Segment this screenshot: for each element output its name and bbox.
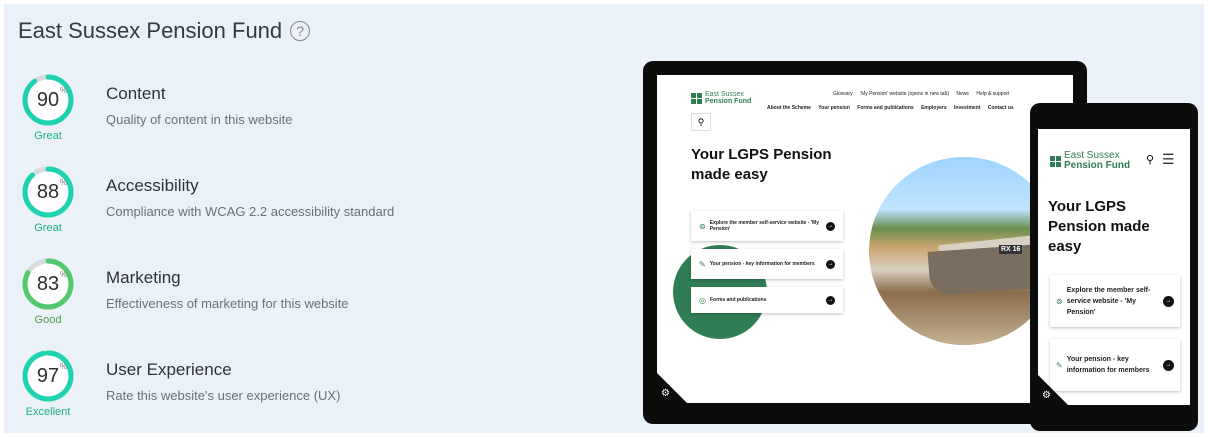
arrow-right-icon: → bbox=[1163, 295, 1174, 307]
score-user-experience: 97 % Excellent User Experience Rate this… bbox=[22, 350, 542, 436]
link-card[interactable]: ✎ Your pension - key information for mem… bbox=[691, 249, 843, 279]
menu-icon[interactable]: ☰ bbox=[1162, 151, 1175, 168]
score-description: Compliance with WCAG 2.2 accessibility s… bbox=[106, 204, 395, 219]
arrow-right-icon: → bbox=[826, 259, 835, 269]
nav-item[interactable]: Investment bbox=[954, 105, 980, 111]
logo-bottom: Pension Fund bbox=[705, 98, 752, 105]
nav-item[interactable]: Employers bbox=[921, 105, 947, 111]
arrow-right-icon: → bbox=[826, 221, 835, 231]
score-category: Marketing bbox=[106, 268, 181, 287]
laptop-mockup: East Sussex Pension Fund Glossary 'My Pen… bbox=[643, 61, 1087, 424]
edit-icon: ✎ bbox=[699, 259, 706, 269]
logo-mark-icon bbox=[1050, 155, 1061, 167]
score-marketing: 83 % Good Marketing Effectiveness of mar… bbox=[22, 258, 542, 344]
page-title-text: East Sussex Pension Fund bbox=[18, 18, 283, 43]
logo-top: East Sussex bbox=[705, 91, 744, 98]
forms-icon: ◎ bbox=[699, 295, 706, 305]
link-card[interactable]: ◎ Forms and publications → bbox=[691, 287, 843, 313]
logo-bottom: Pension Fund bbox=[1064, 160, 1131, 171]
hero-title: Your LGPS Pension made easy bbox=[1048, 197, 1150, 257]
phone-screen: East Sussex Pension Fund ⚲ ☰ Your LGPS Pe… bbox=[1038, 129, 1190, 405]
score-rating: Great bbox=[34, 130, 62, 142]
laptop-screen: East Sussex Pension Fund Glossary 'My Pen… bbox=[657, 75, 1073, 403]
main-nav: About the Scheme Your pension Forms and … bbox=[761, 105, 1014, 111]
score-description: Quality of content in this website bbox=[106, 112, 293, 127]
gear-icon[interactable]: ⚙ bbox=[661, 388, 670, 399]
nav-item[interactable]: Contact us bbox=[988, 105, 1014, 111]
score-gauge: 97 % bbox=[22, 350, 74, 402]
nav-item[interactable]: Forms and publications bbox=[857, 105, 913, 111]
score-value: 83 bbox=[36, 272, 60, 295]
hero-title: Your LGPS Pension made easy bbox=[691, 145, 832, 185]
utility-link[interactable]: Glossary bbox=[833, 91, 853, 97]
link-card[interactable]: ⊚ Explore the member self-service websit… bbox=[691, 211, 843, 241]
utility-link[interactable]: 'My Pension' website (opens in new tab) bbox=[860, 91, 949, 97]
score-rating: Excellent bbox=[25, 406, 71, 418]
site-logo: East Sussex Pension Fund bbox=[1050, 151, 1130, 171]
arrow-right-icon: → bbox=[1163, 359, 1174, 371]
cursor-icon: ⊚ bbox=[1056, 296, 1063, 306]
score-value: 97 bbox=[36, 364, 60, 387]
arrow-right-icon: → bbox=[826, 295, 835, 305]
card-label: Forms and publications bbox=[709, 297, 767, 303]
score-description: Effectiveness of marketing for this webs… bbox=[106, 296, 349, 311]
cursor-icon: ⊚ bbox=[699, 221, 706, 231]
percent-sign: % bbox=[60, 270, 68, 279]
page-title: East Sussex Pension Fund ? bbox=[18, 18, 311, 44]
logo-mark-icon bbox=[691, 92, 702, 104]
card-label: Explore the member self-service website … bbox=[1066, 286, 1151, 316]
hero-line: made easy bbox=[691, 166, 768, 183]
percent-sign: % bbox=[60, 86, 68, 95]
link-card[interactable]: ⊚ Explore the member self-service websit… bbox=[1050, 275, 1180, 327]
card-label: Explore the member self-service website … bbox=[709, 220, 819, 232]
score-category: Content bbox=[106, 84, 166, 103]
score-rating: Great bbox=[34, 222, 62, 234]
gear-icon[interactable]: ⚙ bbox=[1042, 390, 1051, 401]
percent-sign: % bbox=[60, 178, 68, 187]
score-description: Rate this website's user experience (UX) bbox=[106, 388, 341, 403]
score-accessibility: 88 % Great Accessibility Compliance with… bbox=[22, 166, 542, 252]
site-logo: East Sussex Pension Fund bbox=[691, 91, 751, 105]
score-rating: Good bbox=[34, 314, 62, 326]
hero-line: Your LGPS bbox=[1048, 198, 1127, 215]
link-card[interactable]: ✎ Your pension - key information for mem… bbox=[1050, 339, 1180, 391]
hero-line: easy bbox=[1048, 238, 1082, 255]
nav-item[interactable]: About the Scheme bbox=[767, 105, 811, 111]
boat-registration: RX 16 bbox=[999, 245, 1023, 254]
search-icon[interactable]: ⚲ bbox=[1146, 153, 1154, 166]
score-gauge: 90 % bbox=[22, 74, 74, 126]
report-panel: East Sussex Pension Fund ? 90 % Great Co… bbox=[4, 4, 1204, 433]
card-label: Your pension - key information for membe… bbox=[1066, 356, 1150, 374]
help-icon[interactable]: ? bbox=[290, 21, 311, 41]
card-label: Your pension - key information for membe… bbox=[709, 261, 815, 267]
edit-icon: ✎ bbox=[1056, 360, 1063, 370]
score-gauge: 83 % bbox=[22, 258, 74, 310]
nav-item[interactable]: Your pension bbox=[818, 105, 850, 111]
hero-line: Your LGPS Pension bbox=[691, 146, 832, 163]
utility-link[interactable]: News bbox=[956, 91, 969, 97]
hero-line: Pension made bbox=[1048, 218, 1150, 235]
percent-sign: % bbox=[60, 362, 68, 371]
utility-link[interactable]: Help & support bbox=[976, 91, 1009, 97]
score-category: User Experience bbox=[106, 360, 232, 379]
search-icon[interactable]: ⚲ bbox=[691, 113, 711, 131]
score-category: Accessibility bbox=[106, 176, 199, 195]
score-gauge: 88 % bbox=[22, 166, 74, 218]
phone-mockup: East Sussex Pension Fund ⚲ ☰ Your LGPS Pe… bbox=[1030, 103, 1198, 431]
score-content: 90 % Great Content Quality of content in… bbox=[22, 74, 542, 160]
score-value: 88 bbox=[36, 180, 60, 203]
score-value: 90 bbox=[36, 88, 60, 111]
utility-links: Glossary 'My Pension' website (opens in … bbox=[827, 91, 1009, 97]
